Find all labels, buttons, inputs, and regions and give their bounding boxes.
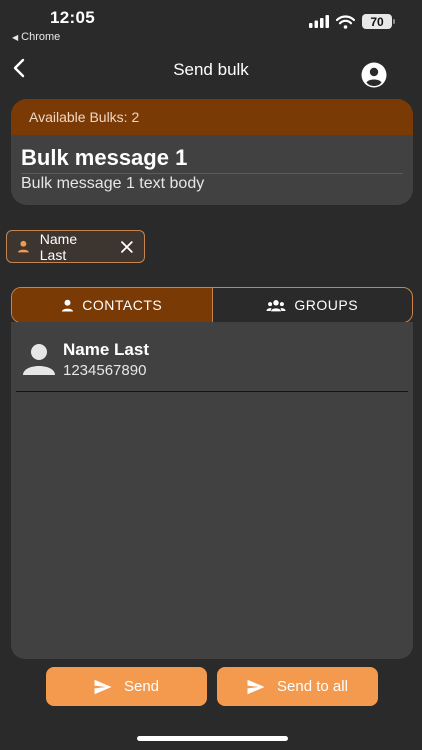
chip-label: Name Last: [39, 230, 78, 263]
home-indicator[interactable]: [137, 736, 288, 741]
row-divider: [16, 391, 408, 392]
tab-groups-label: GROUPS: [294, 297, 359, 313]
contacts-list: Name Last 1234567890: [11, 322, 413, 659]
bulk-divider: [21, 173, 403, 174]
battery-level: 70: [370, 14, 384, 29]
available-bulks-label: Available Bulks: 2: [29, 109, 140, 125]
tab-contacts-label: CONTACTS: [82, 297, 163, 313]
person-icon: [62, 299, 74, 312]
status-icons: 70: [309, 14, 395, 29]
send-to-all-button-label: Send to all: [277, 678, 348, 695]
bulk-title: Bulk message 1: [21, 145, 188, 170]
status-time: 12:05: [50, 8, 95, 27]
cellular-signal-icon: [309, 15, 329, 28]
recipient-tabs: CONTACTS GROUPS: [11, 287, 413, 323]
send-icon: [247, 679, 265, 694]
send-to-all-button[interactable]: Send to all: [217, 667, 378, 706]
send-button[interactable]: Send: [46, 667, 207, 706]
back-app-label: Chrome: [21, 31, 61, 43]
close-icon[interactable]: [120, 240, 134, 254]
send-bulk-screen: 12:05 ◀ Chrome 70 Send bulk Available Bu…: [0, 0, 422, 750]
status-back-to-app[interactable]: ◀ Chrome: [12, 31, 60, 43]
send-icon: [94, 679, 112, 694]
contact-phone: 1234567890: [63, 362, 147, 379]
list-item[interactable]: Name Last 1234567890: [11, 322, 413, 392]
bulk-message-card[interactable]: Available Bulks: 2 Bulk message 1 Bulk m…: [11, 99, 413, 205]
page-title: Send bulk: [173, 60, 249, 79]
person-icon: [17, 240, 29, 253]
back-triangle-icon: ◀: [12, 32, 19, 42]
wifi-icon: [336, 14, 355, 29]
selected-contact-chip[interactable]: Name Last: [6, 230, 145, 263]
tab-contacts[interactable]: CONTACTS: [12, 288, 212, 322]
send-button-label: Send: [123, 678, 160, 695]
contact-name: Name Last: [63, 340, 149, 359]
group-icon: [266, 299, 286, 311]
person-avatar-icon: [23, 344, 55, 375]
tab-groups[interactable]: GROUPS: [211, 288, 413, 322]
battery-indicator: 70: [362, 14, 395, 29]
account-circle-icon[interactable]: [361, 62, 387, 88]
available-bulks-banner: Available Bulks: 2: [11, 99, 413, 135]
bulk-body-text: Bulk message 1 text body: [21, 175, 205, 192]
